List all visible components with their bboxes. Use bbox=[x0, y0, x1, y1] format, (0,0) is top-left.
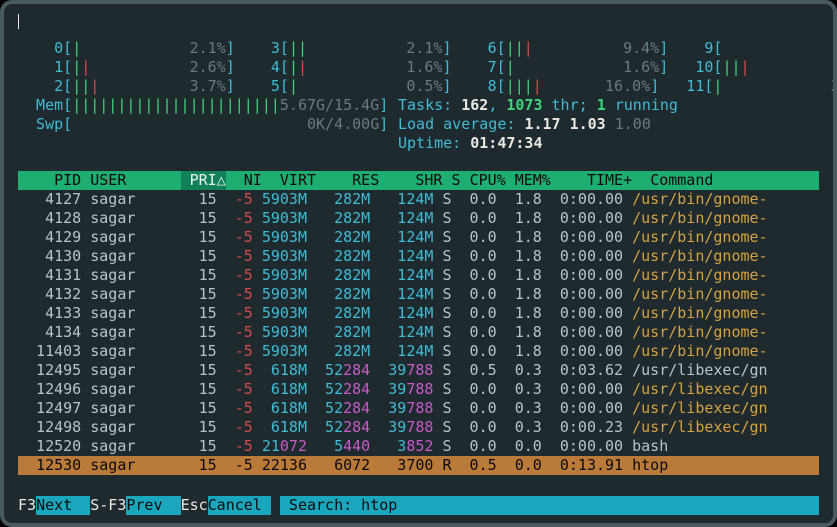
col-shr[interactable]: SHR bbox=[388, 171, 451, 190]
table-row[interactable]: 11403 sagar 15 -5 5903M 282M 124M S 0.0 … bbox=[18, 342, 819, 361]
table-row[interactable]: 4133 sagar 15 -5 5903M 282M 124M S 0.0 1… bbox=[18, 304, 819, 323]
col-res[interactable]: RES bbox=[325, 171, 388, 190]
cpu-meter-0: 0[| 2.1%] bbox=[18, 39, 235, 58]
table-row[interactable]: 12520 sagar 15 -5 21072 5440 3852 S 0.0 … bbox=[18, 437, 819, 456]
search-bar[interactable]: Search: htop bbox=[280, 496, 819, 515]
col-pri[interactable]: PRI△ bbox=[181, 171, 226, 190]
table-row[interactable]: 12530 sagar 15 -5 22136 6072 3700 R 0.5 … bbox=[18, 456, 819, 475]
col-ni[interactable]: NI bbox=[226, 171, 271, 190]
table-row[interactable]: 4132 sagar 15 -5 5903M 282M 124M S 0.0 1… bbox=[18, 285, 819, 304]
htop-window: 0[| 2.1%] 3[|| 2.1%] 6[||| 9.4%] 9[ 0.0%… bbox=[0, 0, 837, 527]
cpu-meter-7: 7[| 1.6%] bbox=[452, 58, 669, 77]
table-row[interactable]: 4127 sagar 15 -5 5903M 282M 124M S 0.0 1… bbox=[18, 190, 819, 209]
sort-asc-icon: △ bbox=[217, 171, 226, 190]
col-virt[interactable]: VIRT bbox=[271, 171, 325, 190]
col-user[interactable]: USER bbox=[90, 171, 180, 190]
col-cmd[interactable]: Command bbox=[650, 171, 819, 190]
key-label[interactable]: Cancel bbox=[208, 496, 271, 515]
col-pid[interactable]: PID bbox=[18, 171, 90, 190]
cpu-meter-5: 5[| 0.5%] bbox=[235, 77, 452, 96]
table-row[interactable]: 12497 sagar 15 -5 618M 52284 39788 S 0.0… bbox=[18, 399, 819, 418]
col-s[interactable]: S bbox=[452, 171, 470, 190]
key-label[interactable]: Next bbox=[36, 496, 90, 515]
cpu-meter-4: 4[|| 1.6%] bbox=[235, 58, 452, 77]
table-row[interactable]: 12495 sagar 15 -5 618M 52284 39788 S 0.5… bbox=[18, 361, 819, 380]
table-row[interactable]: 4131 sagar 15 -5 5903M 282M 124M S 0.0 1… bbox=[18, 266, 819, 285]
table-row[interactable]: 12496 sagar 15 -5 618M 52284 39788 S 0.0… bbox=[18, 380, 819, 399]
col-mem[interactable]: MEM% bbox=[515, 171, 560, 190]
process-list[interactable]: 4127 sagar 15 -5 5903M 282M 124M S 0.0 1… bbox=[18, 190, 819, 475]
footer-bar: F3Next S-F3Prev EscCancel Search: htop bbox=[18, 496, 819, 515]
cpu-meter-9: 9[ 0.0%] bbox=[668, 39, 837, 58]
swp-row: Swp[ 0K/4.00G] Load average: 1.17 1.03 1… bbox=[18, 115, 819, 134]
col-cpu[interactable]: CPU% bbox=[470, 171, 515, 190]
cpu-meter-10: 10[||| 6.9%] bbox=[668, 58, 837, 77]
key-label[interactable]: Prev bbox=[126, 496, 180, 515]
cpu-meter-3: 3[|| 2.1%] bbox=[235, 39, 452, 58]
cpu-meter-1: 1[|| 2.6%] bbox=[18, 58, 235, 77]
table-row[interactable]: 4128 sagar 15 -5 5903M 282M 124M S 0.0 1… bbox=[18, 209, 819, 228]
key-S-F3: S-F3 bbox=[90, 496, 126, 515]
table-row[interactable]: 4129 sagar 15 -5 5903M 282M 124M S 0.0 1… bbox=[18, 228, 819, 247]
cpu-meter-11: 11[| 3.1%] bbox=[659, 77, 837, 96]
key-Esc: Esc bbox=[181, 496, 208, 515]
uptime-row: Uptime: 01:47:34 bbox=[18, 134, 819, 153]
table-row[interactable]: 4134 sagar 15 -5 5903M 282M 124M S 0.0 1… bbox=[18, 323, 819, 342]
cpu-meter-6: 6[||| 9.4%] bbox=[452, 39, 669, 58]
text-cursor bbox=[18, 14, 19, 29]
mem-row: Mem[|||||||||||||||||||||||5.67G/15.4G] … bbox=[18, 96, 819, 115]
cpu-meter-2: 2[||| 3.7%] bbox=[18, 77, 235, 96]
cpu-meter-8: 8[|||| 16.0%] bbox=[452, 77, 660, 96]
cpu-meters: 0[| 2.1%] 3[|| 2.1%] 6[||| 9.4%] 9[ 0.0%… bbox=[18, 39, 819, 96]
table-row[interactable]: 12498 sagar 15 -5 618M 52284 39788 S 0.0… bbox=[18, 418, 819, 437]
table-header[interactable]: PID USER PRI△ NI VIRT RES SHR S CPU% MEM… bbox=[18, 171, 819, 190]
key-F3: F3 bbox=[18, 496, 36, 515]
col-time[interactable]: TIME+ bbox=[560, 171, 650, 190]
table-row[interactable]: 4130 sagar 15 -5 5903M 282M 124M S 0.0 1… bbox=[18, 247, 819, 266]
